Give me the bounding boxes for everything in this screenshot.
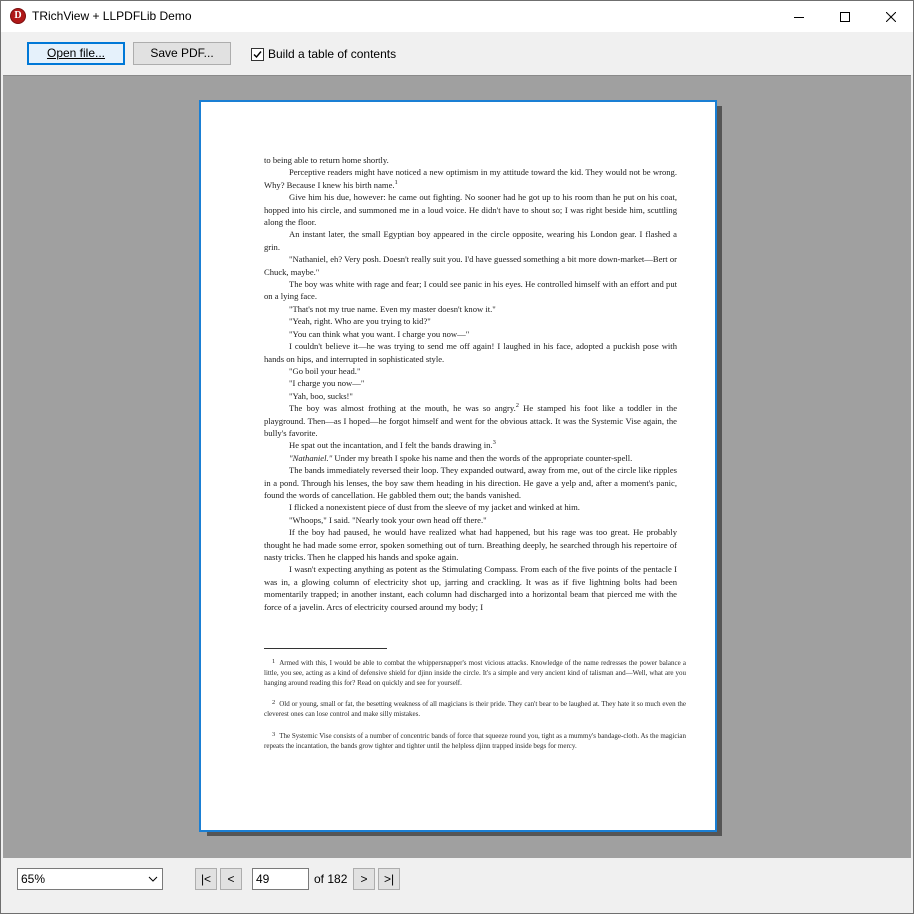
paragraph: "Nathaniel, eh? Very posh. Doesn't reall…	[264, 254, 677, 277]
window-title: TRichView + LLPDFLib Demo	[32, 9, 192, 23]
zoom-dropdown[interactable]: 65%	[17, 868, 163, 890]
paragraph: "You can think what you want. I charge y…	[289, 328, 470, 339]
paragraph: to being able to return home shortly.	[264, 155, 389, 165]
paragraph: An instant later, the small Egyptian boy…	[264, 229, 677, 252]
chevron-down-icon	[148, 876, 158, 882]
next-page-button[interactable]: >	[353, 868, 375, 890]
first-page-button[interactable]: |<	[195, 868, 217, 890]
close-button[interactable]	[868, 1, 914, 32]
paragraph: "Nathaniel." Under my breath I spoke his…	[289, 452, 633, 463]
maximize-icon	[840, 11, 850, 22]
paragraph: The bands immediately reversed their loo…	[264, 465, 677, 500]
zoom-value: 65%	[21, 872, 46, 886]
document-page: to being able to return home shortly. Pe…	[199, 100, 717, 832]
app-window: D TRichView + LLPDFLib Demo Open file...…	[0, 0, 914, 914]
footnote-separator	[264, 648, 387, 649]
page-count-label: of 182	[314, 872, 348, 886]
footnote-mark: 1	[394, 178, 398, 186]
close-icon	[886, 11, 896, 22]
open-file-button[interactable]: Open file...	[27, 42, 125, 65]
paragraph: The boy was almost frothing at the mouth…	[264, 402, 678, 438]
app-icon: D	[10, 8, 26, 24]
checkmark-icon	[253, 50, 262, 58]
paragraph: I couldn't believe it—he was trying to s…	[264, 341, 677, 364]
previous-page-button[interactable]: <	[220, 868, 242, 890]
footnotes: 1 Armed with this, I would be able to com…	[264, 657, 686, 762]
maximize-button[interactable]	[822, 1, 868, 32]
save-pdf-button[interactable]: Save PDF...	[133, 42, 231, 65]
paragraph: "Go boil your head."	[289, 365, 361, 376]
footnote-mark: 3	[492, 439, 496, 447]
footnote: 3 The Systemic Vise consists of a number …	[264, 730, 686, 750]
minimize-button[interactable]	[776, 1, 822, 32]
paragraph: "Whoops," I said. "Nearly took your own …	[289, 514, 487, 525]
minimize-icon	[794, 16, 804, 18]
page-number-input[interactable]: 49	[252, 868, 309, 890]
paragraph: The boy was white with rage and fear; I …	[264, 279, 677, 302]
title-bar: D TRichView + LLPDFLib Demo	[1, 1, 913, 32]
paragraph: "Yah, boo, sucks!"	[289, 390, 353, 401]
paragraph: "Yeah, right. Who are you trying to kid?…	[289, 316, 431, 327]
last-page-button[interactable]: >|	[378, 868, 400, 890]
footnote: 2 Old or young, small or fat, the besetti…	[264, 699, 686, 719]
paragraph: If the boy had paused, he would have rea…	[264, 527, 677, 562]
paragraph: I wasn't expecting anything as potent as…	[264, 564, 677, 612]
paragraph: I flicked a nonexistent piece of dust fr…	[289, 502, 580, 513]
open-file-label: Open file...	[46, 46, 106, 60]
footnote: 1 Armed with this, I would be able to com…	[264, 658, 686, 687]
paragraph: He spat out the incantation, and I felt …	[289, 439, 496, 451]
navigation-bar: 65% |< < 49 of 182 > >|	[1, 858, 913, 913]
toc-option[interactable]: Build a table of contents	[251, 46, 396, 62]
page-body: to being able to return home shortly. Pe…	[264, 154, 677, 613]
paragraph: "I charge you now—"	[289, 378, 365, 389]
toolbar: Open file... Save PDF... Build a table o…	[1, 32, 913, 75]
toc-label: Build a table of contents	[268, 47, 397, 61]
paragraph: Perceptive readers might have noticed a …	[264, 167, 677, 190]
document-viewer[interactable]: to being able to return home shortly. Pe…	[3, 75, 911, 858]
italic-name: "Nathaniel."	[289, 452, 333, 463]
paragraph: "That's not my true name. Even my master…	[289, 303, 496, 314]
paragraph: Give him his due, however: he came out f…	[264, 192, 677, 228]
toc-checkbox[interactable]	[251, 47, 264, 61]
